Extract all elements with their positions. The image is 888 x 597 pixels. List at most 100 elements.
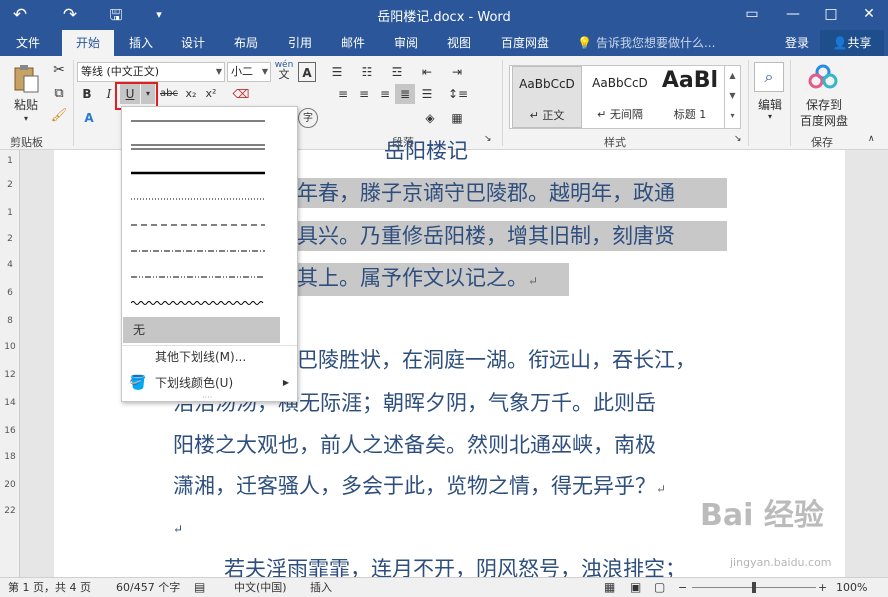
increase-indent-icon[interactable]: ⇥ <box>447 62 467 82</box>
justify-icon[interactable]: ≣ <box>395 84 415 104</box>
align-right-icon[interactable]: ≡ <box>375 84 395 104</box>
bold-button[interactable]: B <box>77 84 97 104</box>
borders-icon[interactable]: ▦ <box>447 108 467 128</box>
paragraph-mark: ↵ <box>528 274 539 288</box>
input-mode[interactable]: 插入 <box>310 578 332 597</box>
text-effects-icon[interactable]: A <box>80 108 98 128</box>
proofing-icon[interactable]: ▤ <box>194 578 205 597</box>
close-icon[interactable]: ✕ <box>854 2 884 26</box>
line-spacing-icon[interactable]: ↕≡ <box>446 84 470 104</box>
read-mode-icon[interactable]: ▣ <box>630 578 641 597</box>
distributed-icon[interactable]: ☰ <box>417 84 437 104</box>
ruler-number: 1 <box>7 208 13 218</box>
phonetic-guide-icon[interactable]: wén 文 <box>274 60 294 80</box>
font-size-combo[interactable]: 小二 ▼ <box>227 62 271 82</box>
superscript-button[interactable]: x² <box>202 84 220 104</box>
macro-recording-icon[interactable]: ▦ <box>604 578 615 597</box>
underline-thick[interactable] <box>123 161 297 185</box>
baidu-netdisk-label[interactable]: 百度网盘 <box>794 112 854 129</box>
underline-dot-dot-dash[interactable] <box>123 265 297 289</box>
underline-color-item[interactable]: 🪣 下划线颜色(U) ▶ <box>123 371 297 395</box>
paragraph-launcher-icon[interactable]: ↘ <box>484 134 492 144</box>
character-border-button[interactable]: A <box>298 62 316 82</box>
tab-layout[interactable]: 布局 <box>223 30 269 56</box>
ruler-number: 4 <box>7 260 13 270</box>
style-no-spacing[interactable]: AaBbCcD ↵ 无间隔 <box>584 66 656 128</box>
tell-me-box[interactable]: 💡 告诉我您想要做什么... <box>577 30 715 56</box>
clear-formatting-icon[interactable]: ⌫ <box>232 84 250 104</box>
resize-grip-icon[interactable]: ···· <box>202 393 212 402</box>
copy-icon[interactable]: ⧉ <box>50 86 68 101</box>
numbering-icon[interactable]: ☷ <box>357 62 377 82</box>
phonetic-char: 文 <box>278 68 290 81</box>
format-painter-icon[interactable]: 🖌 <box>50 108 68 123</box>
print-layout-icon[interactable]: ▢ <box>654 578 665 597</box>
minimize-icon[interactable]: — <box>778 2 808 26</box>
decrease-indent-icon[interactable]: ⇤ <box>417 62 437 82</box>
ruler-number: 18 <box>4 452 16 462</box>
text-line-content: 潇湘，迁客骚人，多会于此，览物之情，得无异乎？ <box>173 474 656 498</box>
zoom-out-icon[interactable]: − <box>678 578 687 597</box>
person-icon: 👤 <box>832 36 848 50</box>
vertical-ruler[interactable]: 1 2 1 2 4 6 8 10 12 14 16 18 20 22 <box>0 150 20 577</box>
paste-button-label[interactable]: 粘贴 <box>10 96 42 113</box>
styles-launcher-icon[interactable]: ↘ <box>734 134 742 144</box>
styles-scroll[interactable]: ▲ ▼ ▾ <box>724 66 740 128</box>
tab-baidu-netdisk[interactable]: 百度网盘 <box>492 30 558 56</box>
underline-none-option[interactable]: 无 <box>123 317 280 343</box>
collapse-ribbon-icon[interactable]: ∧ <box>868 134 875 144</box>
paste-dropdown-icon[interactable]: ▾ <box>16 114 36 123</box>
tab-references[interactable]: 引用 <box>277 30 323 56</box>
selected-line: 其上。属予作文以记之。↵ <box>297 263 569 296</box>
tell-me-text: 告诉我您想要做什么... <box>595 36 716 50</box>
chevron-down-icon: ▼ <box>215 67 222 76</box>
underline-dashed[interactable] <box>123 213 297 237</box>
ribbon-tabs: 文件 开始 插入 设计 布局 引用 邮件 审阅 视图 百度网盘 💡 告诉我您想要做… <box>0 30 888 56</box>
bullets-icon[interactable]: ☰ <box>327 62 347 82</box>
underline-single[interactable] <box>123 109 297 133</box>
tab-review[interactable]: 审阅 <box>383 30 429 56</box>
underline-dotted[interactable] <box>123 187 297 211</box>
paste-icon[interactable] <box>8 64 44 93</box>
more-underlines-item[interactable]: 其他下划线(M)... <box>123 345 297 369</box>
tab-insert[interactable]: 插入 <box>118 30 164 56</box>
underline-double[interactable] <box>123 135 297 159</box>
shading-icon[interactable]: ◈ <box>420 108 440 128</box>
zoom-slider-thumb[interactable] <box>752 582 756 593</box>
ribbon-display-icon[interactable]: ▭ <box>737 2 767 26</box>
zoom-level[interactable]: 100% <box>836 578 867 597</box>
tab-file[interactable]: 文件 <box>4 30 52 56</box>
cut-icon[interactable]: ✂ <box>50 62 68 78</box>
tab-design[interactable]: 设计 <box>170 30 216 56</box>
zoom-in-icon[interactable]: + <box>818 578 827 597</box>
tab-home[interactable]: 开始 <box>62 30 114 56</box>
style-normal[interactable]: AaBbCcD ↵ 正文 <box>512 66 582 128</box>
align-left-icon[interactable]: ≡ <box>333 84 353 104</box>
align-center-icon[interactable]: ≡ <box>354 84 374 104</box>
underline-wave[interactable] <box>123 291 297 315</box>
login-link[interactable]: 登录 <box>777 30 817 56</box>
strikethrough-button[interactable]: abc <box>158 84 180 104</box>
word-count[interactable]: 60/457 个字 <box>116 578 180 597</box>
baidu-cloud-icon[interactable] <box>808 64 838 92</box>
style-heading-1[interactable]: AaBl 标题 1 <box>658 66 722 128</box>
editing-button-label[interactable]: 编辑 <box>754 96 786 113</box>
baidu-watermark: Bai 经验 <box>700 498 824 533</box>
tab-view[interactable]: 视图 <box>436 30 482 56</box>
underline-dot-dash[interactable] <box>123 239 297 263</box>
editing-dropdown-icon[interactable]: ▾ <box>762 112 778 121</box>
multilevel-list-icon[interactable]: ☲ <box>387 62 407 82</box>
font-name-combo[interactable]: 等线 (中文正文) ▼ <box>77 62 225 82</box>
language-indicator[interactable]: 中文(中国) <box>234 578 287 597</box>
search-icon[interactable]: ⌕ <box>754 62 784 92</box>
maximize-icon[interactable]: □ <box>816 2 846 26</box>
save-to-label[interactable]: 保存到 <box>794 96 854 113</box>
enclose-characters-icon[interactable]: 字 <box>298 108 318 128</box>
share-button[interactable]: 👤共享 <box>820 30 884 56</box>
subscript-button[interactable]: x₂ <box>182 84 200 104</box>
page-count[interactable]: 第 1 页，共 4 页 <box>8 578 91 597</box>
tab-mailings[interactable]: 邮件 <box>330 30 376 56</box>
selected-line: 具兴。乃重修岳阳楼，增其旧制，刻唐贤 <box>297 221 727 251</box>
styles-gallery: AaBbCcD ↵ 正文 AaBbCcD ↵ 无间隔 AaBl 标题 1 ▲ ▼ ▾ <box>509 65 741 129</box>
paint-bucket-icon: 🪣 <box>129 375 147 391</box>
